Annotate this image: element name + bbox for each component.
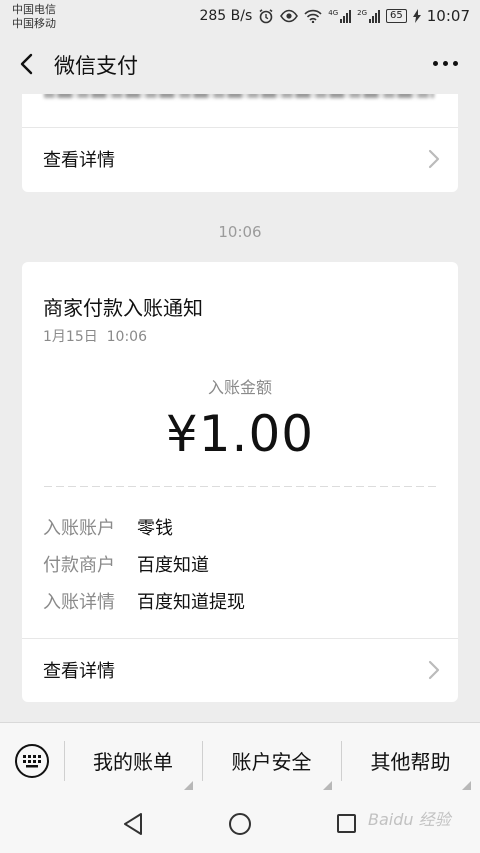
field-value: 百度知道 bbox=[137, 555, 209, 576]
battery-icon: 65 bbox=[386, 9, 407, 23]
field-merchant: 付款商户 百度知道 bbox=[43, 551, 209, 577]
system-home-icon[interactable] bbox=[229, 813, 251, 835]
notification-title: 商家付款入账通知 bbox=[43, 296, 203, 320]
more-options-icon[interactable] bbox=[433, 61, 458, 66]
menu-other-help[interactable]: 其他帮助 bbox=[341, 739, 480, 781]
menu-my-bills[interactable]: 我的账单 bbox=[64, 739, 202, 781]
signal-2-type: 2G bbox=[357, 9, 368, 17]
notification-day: 1月15日 bbox=[43, 329, 98, 345]
nav-bar: 微信支付 bbox=[0, 34, 480, 94]
alarm-icon bbox=[258, 8, 274, 24]
menu-other-help-label: 其他帮助 bbox=[370, 749, 451, 774]
network-speed: 285 B/s bbox=[199, 8, 253, 24]
field-detail: 入账详情 百度知道提现 bbox=[43, 588, 245, 614]
eye-icon bbox=[280, 9, 299, 23]
submenu-indicator bbox=[462, 781, 471, 790]
back-arrow-icon[interactable] bbox=[16, 52, 40, 76]
dashed-divider bbox=[44, 486, 436, 487]
field-key: 入账详情 bbox=[43, 592, 115, 613]
cut-off-text bbox=[44, 94, 434, 98]
system-recents-icon[interactable] bbox=[337, 814, 356, 833]
signal-2-icon: 2G bbox=[357, 9, 381, 23]
menu-account-security[interactable]: 账户安全 bbox=[202, 739, 341, 781]
amount-value: ¥1.00 bbox=[165, 405, 315, 463]
wifi-icon bbox=[304, 9, 322, 23]
chevron-right-icon bbox=[428, 660, 440, 680]
carriers: 中国电信 中国移动 bbox=[12, 3, 56, 31]
battery-level: 65 bbox=[390, 10, 403, 21]
system-back-icon[interactable] bbox=[122, 812, 144, 836]
field-value: 零钱 bbox=[137, 518, 173, 539]
keyboard-icon[interactable] bbox=[14, 743, 50, 779]
menu-my-bills-label: 我的账单 bbox=[93, 749, 173, 774]
amount-label: 入账金额 bbox=[207, 378, 272, 397]
signal-1-type: 4G bbox=[328, 9, 339, 17]
view-details-label: 查看详情 bbox=[43, 661, 115, 682]
view-details-row[interactable]: 查看详情 bbox=[22, 639, 458, 701]
menu-account-security-label: 账户安全 bbox=[231, 749, 312, 774]
carrier-2: 中国移动 bbox=[12, 17, 56, 30]
payment-notification-card: 商家付款入账通知 1月15日 10:06 入账金额 ¥1.00 入账账户 零钱 付… bbox=[22, 262, 458, 702]
field-key: 付款商户 bbox=[43, 555, 115, 576]
field-key: 入账账户 bbox=[43, 518, 115, 539]
page-title: 微信支付 bbox=[54, 54, 138, 78]
field-account: 入账账户 零钱 bbox=[43, 514, 173, 540]
view-details-label: 查看详情 bbox=[43, 150, 115, 171]
charging-icon bbox=[412, 9, 421, 23]
status-icons: 285 B/s 4G 2G 65 10:07 bbox=[199, 6, 470, 26]
message-timestamp: 10:06 bbox=[218, 223, 262, 241]
signal-1-icon: 4G bbox=[328, 9, 352, 23]
chevron-right-icon bbox=[428, 149, 440, 169]
submenu-indicator bbox=[323, 781, 332, 790]
carrier-1: 中国电信 bbox=[12, 3, 56, 16]
notification-time: 10:06 bbox=[106, 329, 147, 345]
system-nav-bar: Baidu 经验 bbox=[0, 796, 480, 853]
official-account-menu: 我的账单 账户安全 其他帮助 bbox=[0, 722, 480, 796]
submenu-indicator bbox=[184, 781, 193, 790]
previous-message-card: 查看详情 bbox=[22, 94, 458, 192]
field-value: 百度知道提现 bbox=[137, 592, 245, 613]
watermark: Baidu 经验 bbox=[368, 810, 451, 829]
view-details-row-previous[interactable]: 查看详情 bbox=[22, 128, 458, 190]
notification-date: 1月15日 10:06 bbox=[43, 326, 147, 346]
status-bar: 中国电信 中国移动 285 B/s 4G 2G 65 10:07 bbox=[0, 0, 480, 34]
clock: 10:07 bbox=[426, 7, 470, 25]
